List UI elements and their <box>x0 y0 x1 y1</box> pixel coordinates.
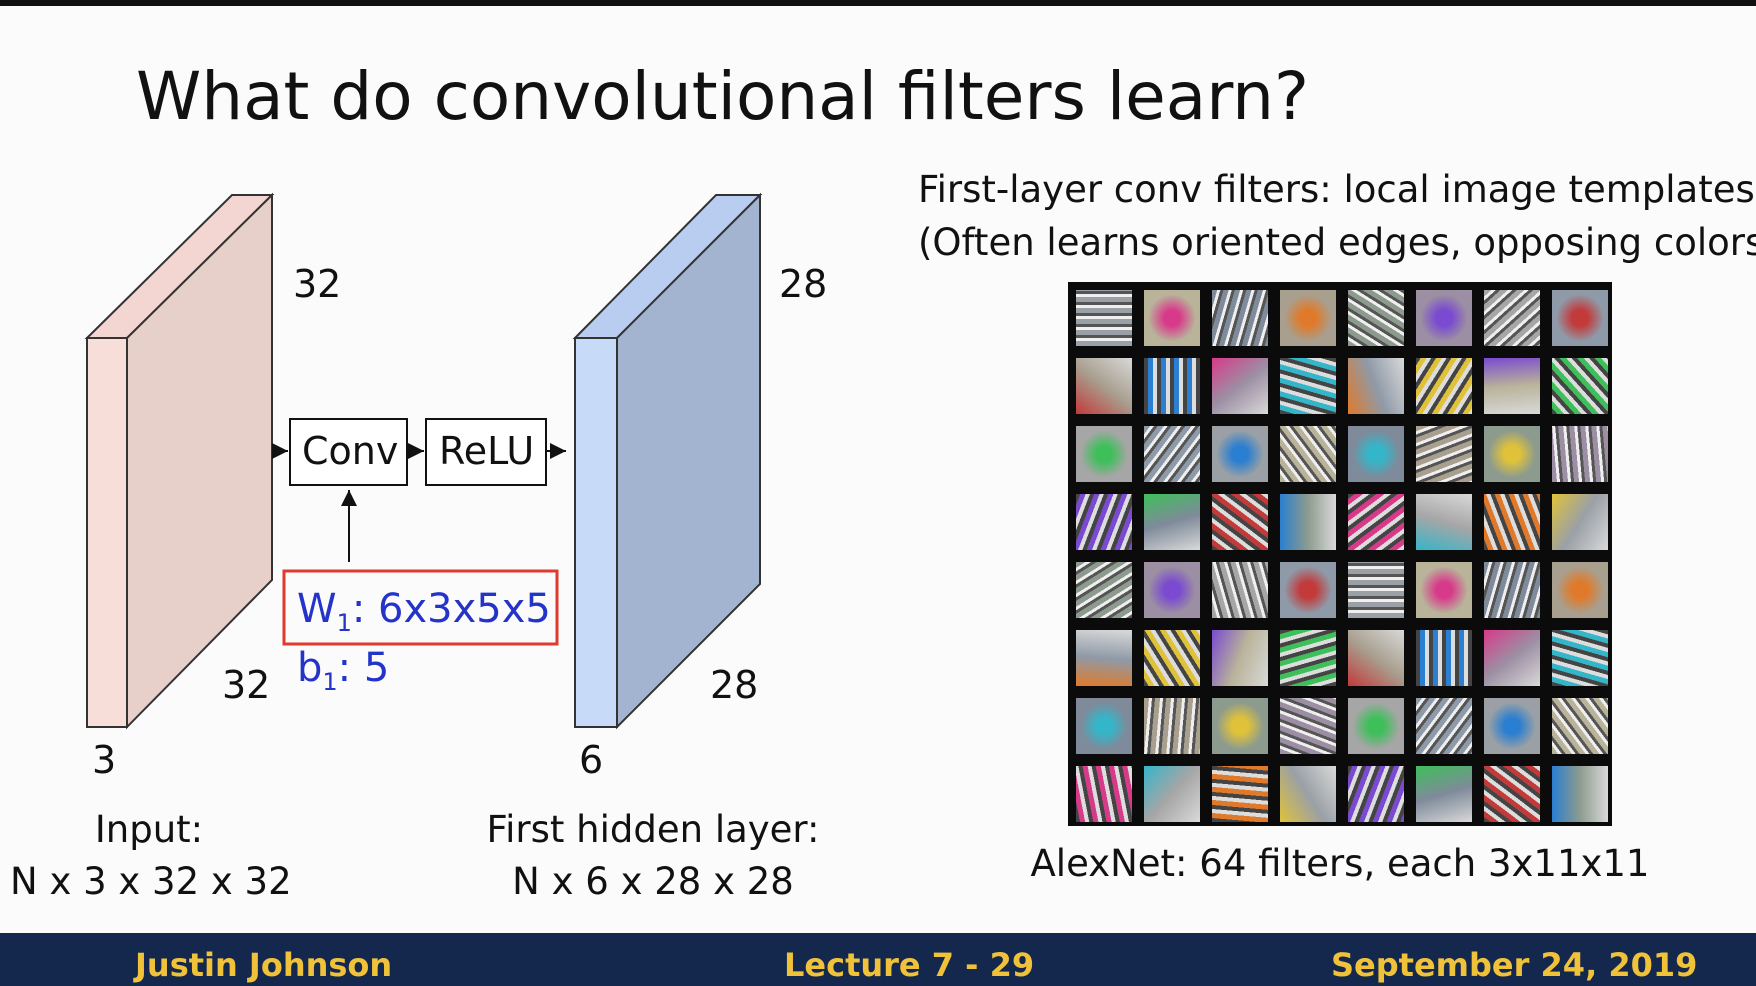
filter-tile <box>1348 290 1404 346</box>
filter-tile <box>1416 698 1472 754</box>
filter-tile <box>1416 562 1472 618</box>
filters-caption: AlexNet: 64 filters, each 3x11x11 <box>1030 842 1650 885</box>
filter-tile <box>1552 494 1608 550</box>
filter-tile <box>1416 766 1472 822</box>
input-volume-side <box>126 192 273 730</box>
filter-tile <box>1280 426 1336 482</box>
input-depth-label: 3 <box>92 738 117 782</box>
conv-label: Conv <box>302 429 399 473</box>
filter-tile <box>1552 290 1608 346</box>
filter-tile <box>1076 494 1132 550</box>
filter-tile <box>1484 426 1540 482</box>
filter-tile <box>1280 358 1336 414</box>
filter-tile <box>1212 630 1268 686</box>
hidden-caption-line1: First hidden layer: <box>486 808 820 851</box>
filter-tile <box>1280 766 1336 822</box>
filter-tile <box>1144 426 1200 482</box>
filter-tile <box>1552 630 1608 686</box>
hidden-height-label: 28 <box>779 262 828 306</box>
filter-tile <box>1212 494 1268 550</box>
filter-tile <box>1212 766 1268 822</box>
hidden-width-label: 28 <box>710 663 759 707</box>
hidden-volume-front <box>574 337 618 728</box>
filter-tile <box>1212 290 1268 346</box>
filter-tile <box>1416 630 1472 686</box>
filter-tile <box>1416 426 1472 482</box>
filter-tile <box>1484 766 1540 822</box>
footer-date: September 24, 2019 <box>1331 946 1698 984</box>
filter-grid <box>1068 282 1612 826</box>
filter-tile <box>1212 358 1268 414</box>
filter-tile <box>1144 766 1200 822</box>
filter-tile <box>1076 630 1132 686</box>
filter-tile <box>1144 698 1200 754</box>
filter-tile <box>1552 698 1608 754</box>
filter-tile <box>1280 698 1336 754</box>
filter-tile <box>1280 290 1336 346</box>
filters-heading-line2: (Often learns oriented edges, opposing c… <box>918 221 1756 264</box>
filter-tile <box>1484 630 1540 686</box>
filter-tile <box>1484 562 1540 618</box>
filter-tile <box>1484 290 1540 346</box>
filter-tile <box>1416 358 1472 414</box>
bias-label: b1: 5 <box>297 645 390 696</box>
filter-tile <box>1280 630 1336 686</box>
filter-tile <box>1212 698 1268 754</box>
filter-tile <box>1484 698 1540 754</box>
filter-tile <box>1076 290 1132 346</box>
filter-tile <box>1076 562 1132 618</box>
filter-tile <box>1076 698 1132 754</box>
filter-tile <box>1144 290 1200 346</box>
filter-tile <box>1348 494 1404 550</box>
filter-tile <box>1348 698 1404 754</box>
hidden-depth-label: 6 <box>579 738 604 782</box>
footer-lecture: Lecture 7 - 29 <box>784 946 1035 984</box>
filter-tile <box>1484 358 1540 414</box>
weight-label: W1: 6x3x5x5 <box>297 586 551 637</box>
relu-label: ReLU <box>439 429 535 473</box>
filter-tile <box>1212 562 1268 618</box>
input-height-label: 32 <box>293 262 342 306</box>
filter-tile <box>1416 494 1472 550</box>
footer-author: Justin Johnson <box>135 946 393 984</box>
filter-tile <box>1076 358 1132 414</box>
filter-tile <box>1348 630 1404 686</box>
filter-tile <box>1144 358 1200 414</box>
input-caption-line1: Input: <box>94 808 204 851</box>
filters-heading-line1: First-layer conv filters: local image te… <box>918 168 1755 211</box>
filter-tile <box>1348 358 1404 414</box>
filter-tile <box>1144 562 1200 618</box>
slide: What do convolutional filters learn? Con… <box>0 0 1756 986</box>
filter-tile <box>1144 630 1200 686</box>
hidden-caption-line2: N x 6 x 28 x 28 <box>512 860 794 903</box>
filter-tile <box>1348 426 1404 482</box>
filter-tile <box>1552 426 1608 482</box>
filter-tile <box>1348 562 1404 618</box>
filter-tile <box>1076 426 1132 482</box>
filter-tile <box>1144 494 1200 550</box>
filter-tile <box>1552 562 1608 618</box>
filter-tile <box>1552 358 1608 414</box>
filter-tile <box>1348 766 1404 822</box>
filter-tile <box>1280 562 1336 618</box>
input-caption-line2: N x 3 x 32 x 32 <box>10 860 292 903</box>
input-width-label: 32 <box>222 663 271 707</box>
input-volume <box>84 192 275 730</box>
filter-tile <box>1076 766 1132 822</box>
filter-tile <box>1212 426 1268 482</box>
filter-tile <box>1416 290 1472 346</box>
filter-tile <box>1484 494 1540 550</box>
footer-bar: Justin Johnson Lecture 7 - 29 September … <box>0 933 1756 986</box>
filter-tile <box>1552 766 1608 822</box>
hidden-volume <box>572 192 763 730</box>
input-volume-front <box>86 337 128 728</box>
filter-tile <box>1280 494 1336 550</box>
